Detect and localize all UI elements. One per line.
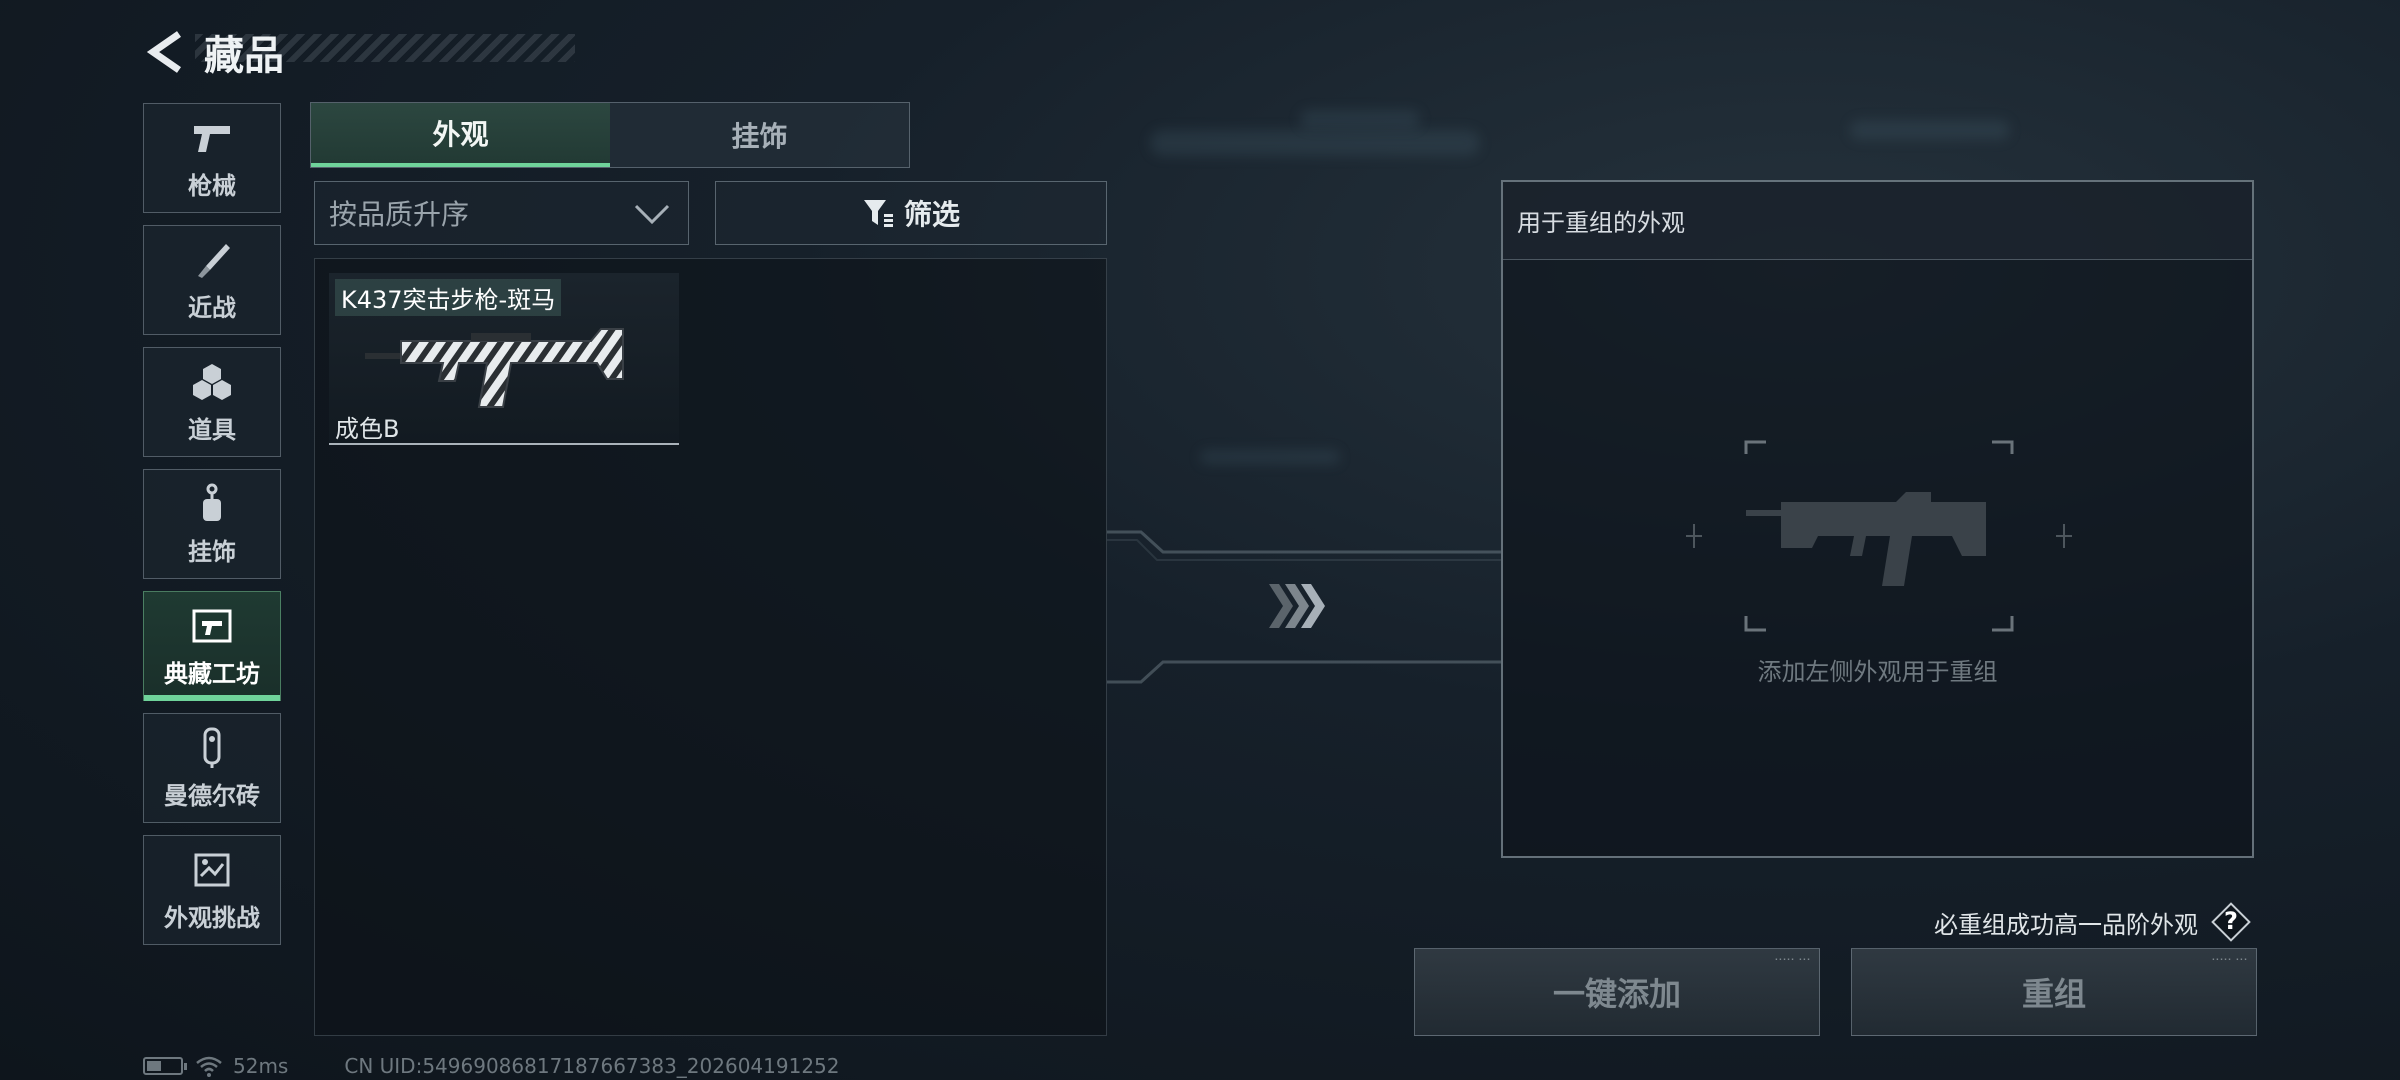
filter-icon — [862, 197, 894, 229]
sidebar-item-label: 近战 — [188, 293, 236, 322]
charm-icon — [190, 482, 234, 526]
recombine-button[interactable]: 重组 ····· ··· — [1851, 948, 2257, 1036]
sidebar-item-props[interactable]: 道具 — [143, 347, 281, 457]
page-title: 藏品 — [204, 33, 284, 79]
recombine-header: 用于重组的外观 — [1503, 182, 2252, 260]
sidebar-item-workshop[interactable]: 典藏工坊 — [143, 591, 281, 701]
recombine-label: 重组 — [2021, 975, 2086, 1013]
sort-value: 按品质升序 — [329, 198, 470, 231]
pistol-icon — [190, 116, 234, 160]
skin-card[interactable]: K437突击步枪-斑马 成色B — [329, 273, 679, 445]
filter-label: 筛选 — [903, 198, 960, 231]
ping-value: 52ms — [233, 1054, 289, 1078]
recombine-hint: 添加左侧外观用于重组 — [1757, 658, 1998, 686]
user-uid: CN UID:54969086817187667383_202604191252 — [344, 1054, 840, 1078]
back-icon[interactable] — [140, 27, 190, 77]
tab-charms[interactable]: 挂饰 — [610, 103, 909, 167]
chevron-right-icon — [1269, 584, 1325, 628]
sidebar-item-skin-challenge[interactable]: 外观挑战 — [143, 835, 281, 945]
challenge-icon — [190, 848, 234, 892]
battery-icon — [143, 1057, 187, 1075]
connector-decoration — [1107, 520, 1501, 694]
sidebar-item-label: 枪械 — [188, 171, 236, 200]
header: 藏品 — [140, 22, 284, 82]
card-underline — [329, 443, 679, 445]
sidebar-item-label: 挂饰 — [188, 537, 236, 566]
add-all-label: 一键添加 — [1552, 975, 1681, 1013]
tab-skins[interactable]: 外观 — [311, 103, 610, 167]
sidebar-item-melee[interactable]: 近战 — [143, 225, 281, 335]
rifle-zebra-image — [361, 317, 651, 417]
skin-list-panel: K437突击步枪-斑马 成色B — [314, 258, 1107, 1036]
filter-button[interactable]: 筛选 — [715, 181, 1107, 245]
add-all-button[interactable]: 一键添加 ····· ··· — [1414, 948, 1820, 1036]
sidebar-item-label: 道具 — [188, 415, 236, 444]
sidebar-item-guns[interactable]: 枪械 — [143, 103, 281, 213]
grenade-icon — [190, 360, 234, 404]
chevron-down-icon — [634, 198, 670, 235]
sidebar: 枪械 近战 道具 挂饰 典藏工坊 曼德尔砖 外观挑战 — [143, 103, 281, 957]
status-bar: 52ms CN UID:54969086817187667383_2026041… — [143, 1054, 840, 1078]
sidebar-item-charms[interactable]: 挂饰 — [143, 469, 281, 579]
tab-bar: 外观 挂饰 — [310, 102, 910, 168]
help-icon[interactable]: ? — [2211, 902, 2251, 942]
requirement-text: 必重组成功高一品阶外观 — [1934, 910, 2198, 939]
knife-icon — [190, 238, 234, 282]
skin-grade: 成色B — [335, 415, 400, 443]
brick-icon — [190, 726, 234, 770]
sort-dropdown[interactable]: 按品质升序 — [314, 181, 689, 245]
skin-name: K437突击步枪-斑马 — [335, 279, 562, 316]
sidebar-item-label: 典藏工坊 — [164, 659, 260, 688]
sidebar-item-label: 外观挑战 — [164, 903, 260, 932]
sidebar-item-mandel-brick[interactable]: 曼德尔砖 — [143, 713, 281, 823]
recombine-panel: 用于重组的外观 添加左侧外观用于重组 — [1501, 180, 2254, 858]
button-decoration: ····· ··· — [1774, 955, 1811, 964]
recombine-requirement: 必重组成功高一品阶外观 ? — [1934, 902, 2251, 942]
button-decoration: ····· ··· — [2211, 955, 2248, 964]
recombine-slot[interactable] — [1686, 436, 2072, 646]
workshop-icon — [190, 604, 234, 648]
wifi-icon — [195, 1055, 223, 1077]
sidebar-item-label: 曼德尔砖 — [164, 781, 260, 810]
